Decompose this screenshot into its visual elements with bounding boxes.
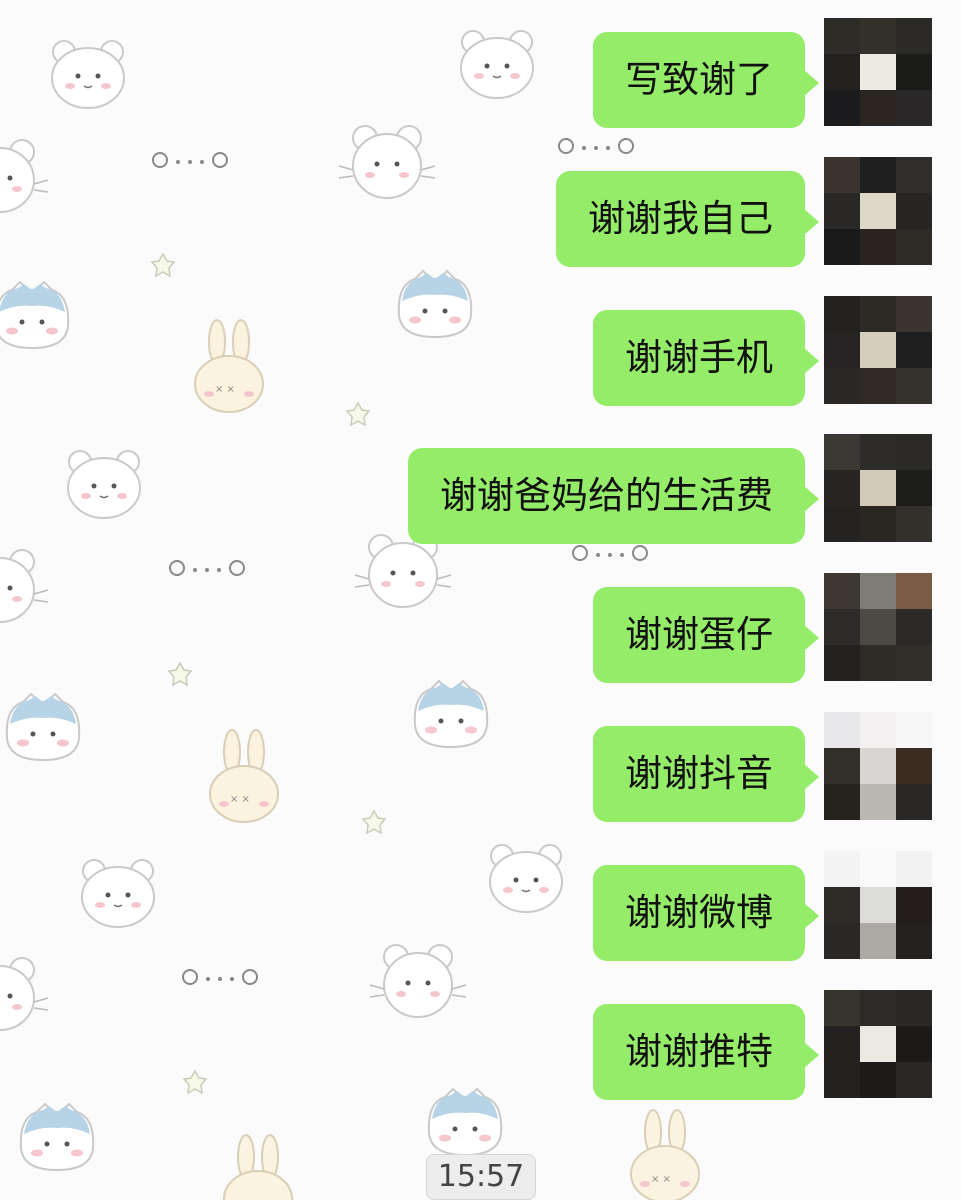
bubble-tail (804, 209, 819, 235)
bubble-tail (804, 70, 819, 96)
user-avatar[interactable] (824, 18, 932, 126)
message-bubble[interactable]: 谢谢推特 (593, 1004, 805, 1100)
message-bubble[interactable]: 写致谢了 (593, 32, 805, 128)
user-avatar[interactable] (824, 434, 932, 542)
bubble-tail (804, 1042, 819, 1068)
message-bubble[interactable]: 谢谢抖音 (593, 726, 805, 822)
user-avatar[interactable] (824, 157, 932, 265)
message-bubble[interactable]: 谢谢手机 (593, 310, 805, 406)
user-avatar[interactable] (824, 573, 932, 681)
bubble-tail (804, 625, 819, 651)
message-row: 谢谢爸妈给的生活费 (0, 434, 961, 544)
message-bubble[interactable]: 谢谢爸妈给的生活费 (408, 448, 805, 544)
message-bubble[interactable]: 谢谢微博 (593, 865, 805, 961)
message-timestamp: 15:57 (426, 1154, 536, 1200)
message-row: 谢谢抖音 (0, 712, 961, 822)
user-avatar[interactable] (824, 296, 932, 404)
bubble-tail (804, 486, 819, 512)
user-avatar[interactable] (824, 851, 932, 959)
bubble-tail (804, 348, 819, 374)
message-row: 谢谢手机 (0, 296, 961, 406)
user-avatar[interactable] (824, 990, 932, 1098)
message-bubble[interactable]: 谢谢我自己 (556, 171, 805, 267)
message-row: 谢谢蛋仔 (0, 573, 961, 683)
bubble-tail (804, 903, 819, 929)
message-row: 谢谢我自己 (0, 157, 961, 267)
message-row: 谢谢微博 (0, 851, 961, 961)
message-row: 谢谢推特 (0, 990, 961, 1100)
user-avatar[interactable] (824, 712, 932, 820)
message-bubble[interactable]: 谢谢蛋仔 (593, 587, 805, 683)
bubble-tail (804, 764, 819, 790)
message-row: 写致谢了 (0, 18, 961, 128)
